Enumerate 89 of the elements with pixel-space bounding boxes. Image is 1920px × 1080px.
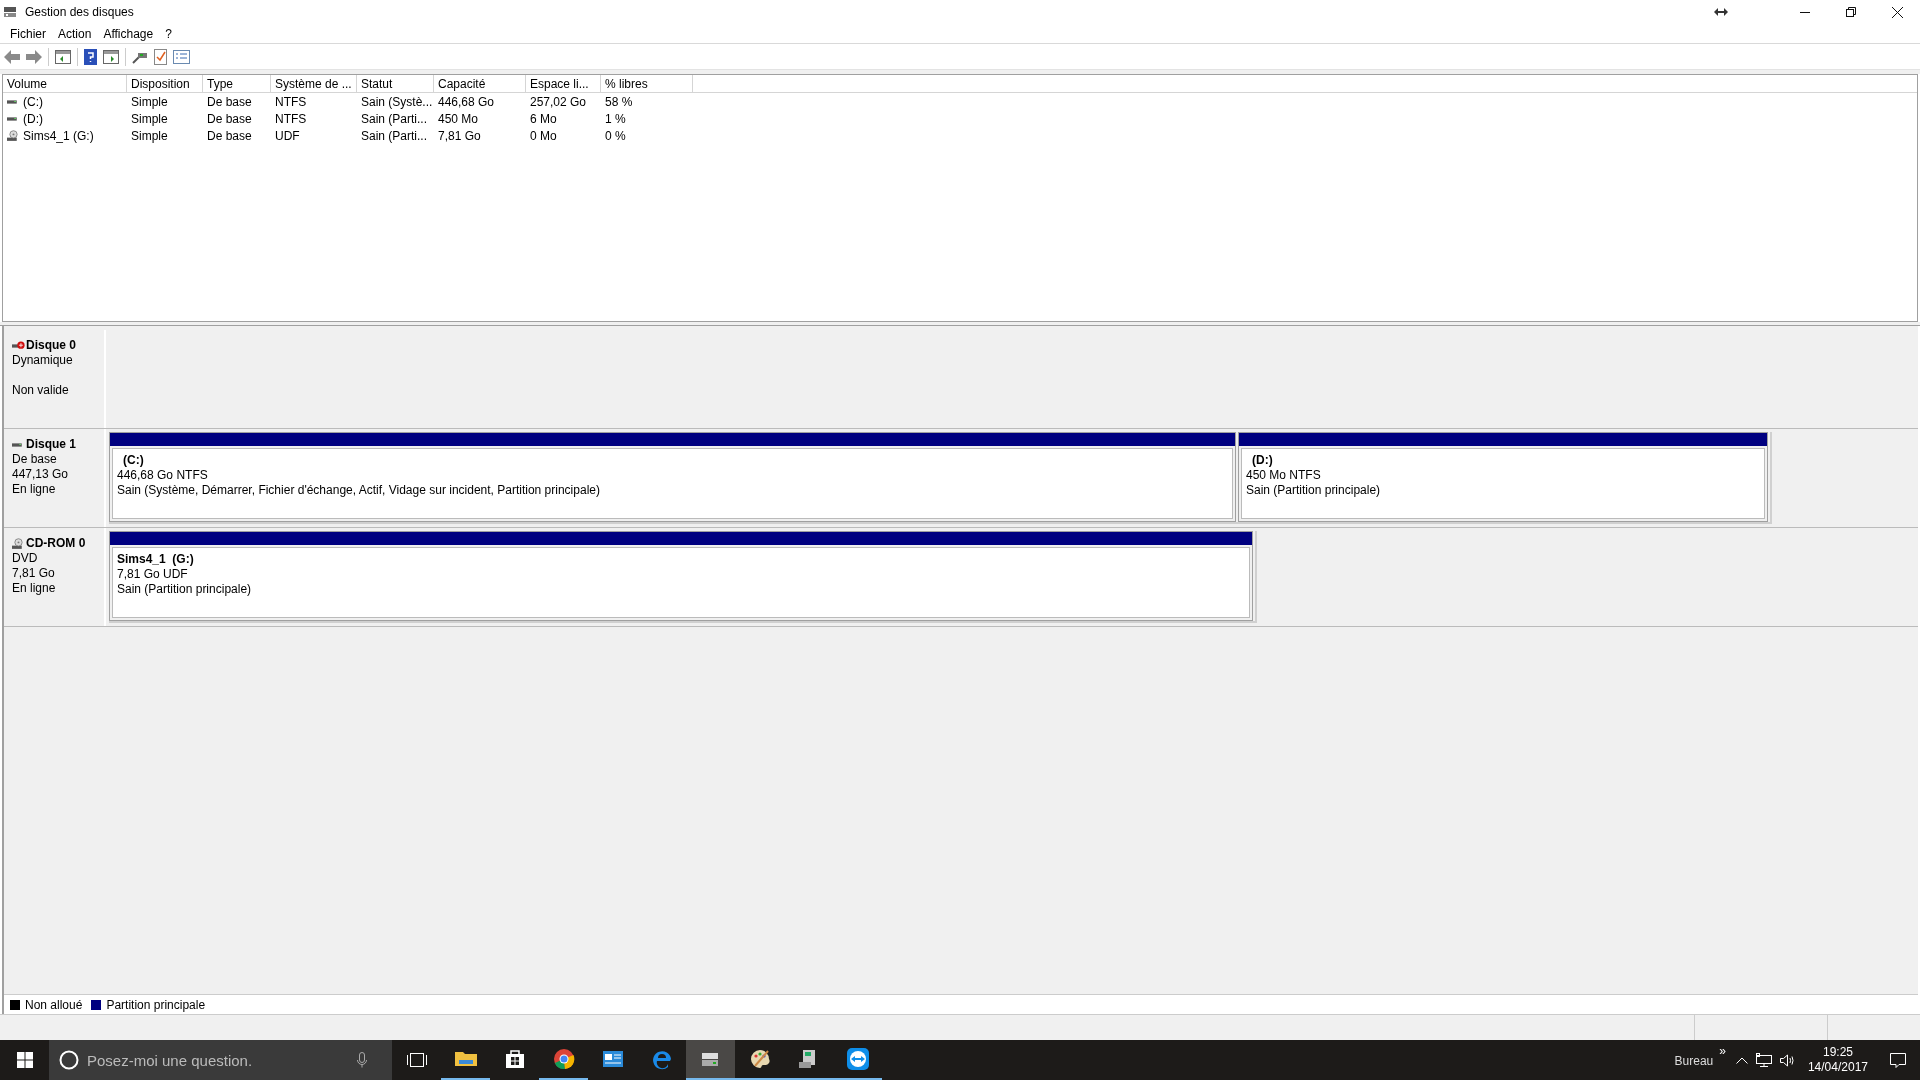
disc-drive-icon	[7, 129, 20, 142]
table-cell-text: Simple	[131, 127, 168, 145]
cortana-icon	[59, 1050, 79, 1070]
table-cell-text: Sain (Systè...	[361, 93, 433, 111]
menu-item[interactable]: Fichier	[4, 23, 52, 44]
disk-info: En ligne	[12, 581, 57, 596]
table-cell-text: 450 Mo	[438, 110, 479, 128]
back-arrow-icon[interactable]	[4, 49, 20, 64]
disk-info: DVD	[12, 551, 39, 566]
partition-name: (C:)	[122, 453, 145, 468]
search-field[interactable]: Posez-moi une question.	[49, 1040, 392, 1080]
table-cell-text: 7,81 Go	[438, 127, 481, 145]
column-header[interactable]: Espace li...	[526, 75, 601, 93]
table-cell-text: NTFS	[275, 110, 307, 128]
partition-block[interactable]: Sims4_1 (G:) 7,81 Go UDF Sain (Partition principale)	[109, 531, 1253, 621]
menu-item[interactable]: Action	[52, 23, 98, 44]
table-cell-text: 58 %	[605, 93, 633, 111]
table-cell-text: De base	[207, 93, 252, 111]
table-cell-text: 1 %	[605, 110, 626, 128]
partition-size: 446,68 Go NTFS	[117, 468, 209, 483]
panel-icon[interactable]	[55, 49, 71, 64]
partition-status: Sain (Partition principale)	[117, 582, 253, 597]
table-cell-text: Simple	[131, 93, 168, 111]
task-view-icon	[406, 1053, 427, 1067]
properties-icon[interactable]	[173, 49, 190, 64]
menu-item[interactable]: ?	[159, 23, 178, 44]
partition-block[interactable]: (D:) 450 Mo NTFS Sain (Partition principale)	[1238, 432, 1768, 522]
disk-info: En ligne	[12, 482, 57, 497]
disk-info: Dynamique	[12, 353, 74, 368]
column-header[interactable]: % libres	[601, 75, 693, 93]
legend-label: Non alloué	[25, 996, 83, 1014]
partition-size: 450 Mo NTFS	[1246, 468, 1322, 483]
menu-item[interactable]: Affichage	[97, 23, 160, 44]
partition-status: Sain (Partition principale)	[1246, 483, 1382, 498]
drive-label[interactable]: (C:)	[23, 92, 43, 111]
checklist-icon[interactable]	[154, 48, 167, 65]
help-book-icon[interactable]	[84, 48, 97, 65]
windows-logo-icon	[16, 1052, 33, 1068]
table-cell-text: 257,02 Go	[530, 93, 587, 111]
partition-status: Sain (Système, Démarrer, Fichier d'échange, Actif, Vidage sur incident, Partition principale)	[117, 483, 601, 498]
speaker-icon[interactable]	[1779, 1053, 1796, 1067]
table-cell-text: 0 %	[605, 127, 626, 145]
resize-icon[interactable]	[1714, 8, 1728, 16]
disk-info: Non valide	[12, 383, 70, 398]
close-icon	[1891, 6, 1903, 18]
network-icon[interactable]	[1755, 1053, 1772, 1067]
table-cell-text: 6 Mo	[530, 110, 557, 128]
table-cell-text: 446,68 Go	[438, 93, 495, 111]
column-header[interactable]: Volume	[3, 75, 127, 93]
column-header[interactable]: Système de ...	[271, 75, 357, 93]
notification-icon[interactable]	[1890, 1052, 1906, 1068]
table-cell-text: De base	[207, 127, 252, 145]
drive-label[interactable]: (D:)	[23, 109, 43, 128]
table-cell-text: Simple	[131, 110, 168, 128]
disk-name: CD-ROM 0	[26, 536, 86, 551]
disk-name: Disque 0	[26, 338, 76, 353]
microphone-icon[interactable]	[357, 1052, 367, 1068]
minimize-icon	[1800, 11, 1810, 13]
toolbar-overflow[interactable]: »	[1719, 1042, 1726, 1060]
app-icon	[3, 6, 17, 18]
partition-name: Sims4_1 (G:)	[117, 552, 195, 567]
table-cell-text: Sain (Parti...	[361, 127, 428, 145]
disk-name: Disque 1	[26, 437, 76, 452]
partition-block[interactable]: (C:) 446,68 Go NTFS Sain (Système, Démarrer, Fichier d'échange, Actif, Vidage sur incident, Partition principale)	[109, 432, 1236, 522]
clock[interactable]: 19:25 14/04/2017	[1807, 1045, 1868, 1075]
table-cell-text: NTFS	[275, 93, 307, 111]
table-cell-text: De base	[207, 110, 252, 128]
disk-info: 7,81 Go	[12, 566, 56, 581]
window-title: Gestion des disques	[25, 4, 134, 21]
toolbar-label[interactable]: Bureau	[1674, 1052, 1714, 1070]
taskbar-app-button[interactable]	[686, 1040, 735, 1080]
table-cell-text: 0 Mo	[530, 127, 557, 145]
disk-info: De base	[12, 452, 58, 467]
chevron-up-icon[interactable]	[1735, 1056, 1748, 1064]
column-header[interactable]: Disposition	[127, 75, 203, 93]
restore-icon	[1846, 7, 1856, 17]
legend-label: Partition principale	[106, 996, 206, 1014]
table-cell-text: Sain (Parti...	[361, 110, 428, 128]
forward-arrow-icon[interactable]	[26, 49, 42, 64]
column-header[interactable]: Type	[203, 75, 271, 93]
column-header[interactable]: Statut	[357, 75, 434, 93]
panel-icon[interactable]	[103, 49, 119, 64]
browser-icon	[551, 1047, 576, 1071]
disk-info: 447,13 Go	[12, 467, 70, 482]
partition-name: (D:)	[1251, 453, 1274, 468]
column-header[interactable]: Capacité	[434, 75, 526, 93]
table-cell-text: UDF	[275, 127, 300, 145]
drive-label[interactable]: Sims4_1 (G:)	[23, 126, 94, 145]
partition-size: 7,81 Go UDF	[117, 567, 189, 582]
